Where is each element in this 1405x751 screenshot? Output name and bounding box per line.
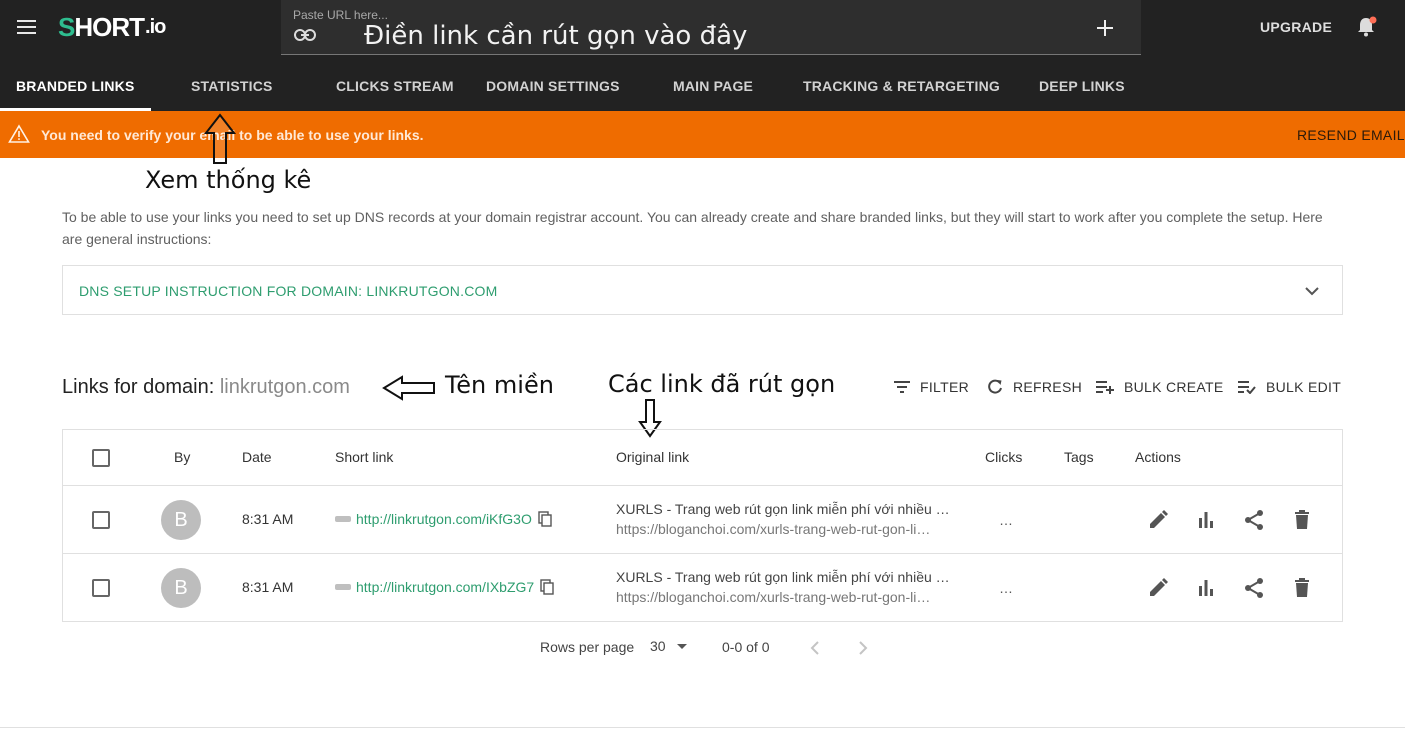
pagination-range: 0-0 of 0 — [722, 639, 770, 655]
filter-label: FILTER — [920, 379, 969, 395]
url-input-placeholder: Paste URL here... — [293, 8, 388, 22]
bulk-create-label: BULK CREATE — [1124, 379, 1224, 395]
prev-page-icon[interactable] — [806, 639, 824, 657]
column-date[interactable]: Date — [242, 449, 272, 465]
avatar: B — [161, 500, 201, 540]
app-logo[interactable]: S HORT .io — [58, 11, 166, 42]
short-link-text[interactable]: http://linkrutgon.com/IXbZG7 — [356, 579, 534, 595]
add-link-icon[interactable] — [1093, 16, 1117, 40]
row-clicks: … — [999, 512, 1013, 528]
dropdown-caret-icon — [676, 644, 687, 649]
tab-tracking-retargeting[interactable]: TRACKING & RETARGETING — [803, 78, 1000, 94]
bar-chart-icon[interactable] — [1194, 508, 1218, 532]
bulk-edit-button[interactable]: BULK EDIT — [1238, 377, 1341, 397]
url-input-value[interactable]: Điền link cần rút gọn vào đây — [364, 21, 747, 51]
rows-per-page-select[interactable]: 30 — [650, 638, 688, 654]
notification-bell-icon[interactable] — [1354, 15, 1378, 39]
dns-instructions-text: To be able to use your links you need to… — [62, 209, 1323, 247]
avatar: B — [161, 568, 201, 608]
share-icon[interactable] — [1242, 576, 1266, 600]
edit-icon[interactable] — [1146, 576, 1170, 600]
tab-statistics[interactable]: STATISTICS — [191, 78, 273, 94]
url-input[interactable]: Paste URL here... Điền link cần rút gọn … — [281, 0, 1141, 55]
original-link-url[interactable]: https://bloganchoi.com/xurls-trang-web-r… — [616, 589, 930, 605]
chevron-down-icon[interactable] — [1302, 281, 1322, 301]
refresh-button[interactable]: REFRESH — [987, 377, 1082, 397]
copy-icon[interactable] — [538, 511, 552, 527]
tab-deep-links[interactable]: DEEP LINKS — [1039, 78, 1125, 94]
upgrade-button[interactable]: UPGRADE — [1260, 19, 1332, 35]
row-date: 8:31 AM — [242, 579, 294, 595]
refresh-icon — [988, 379, 1002, 394]
bulk-create-button[interactable]: BULK CREATE — [1096, 377, 1224, 397]
refresh-label: REFRESH — [1013, 379, 1082, 395]
playlist-add-icon — [1096, 381, 1114, 394]
dns-panel-title: DNS SETUP INSTRUCTION FOR DOMAIN: LINKRU… — [79, 283, 498, 299]
up-arrow-annotation-icon — [203, 113, 237, 164]
rows-per-page-value: 30 — [650, 638, 666, 654]
footer-divider — [0, 727, 1405, 728]
logo-mark: S — [58, 11, 75, 42]
table-row[interactable]: B 8:31 AM http://linkrutgon.com/IXbZG7 X… — [63, 554, 1342, 622]
delete-icon[interactable] — [1290, 508, 1314, 532]
tab-clicks-stream[interactable]: CLICKS STREAM — [336, 78, 454, 94]
copy-icon[interactable] — [540, 579, 554, 595]
favicon-icon — [335, 584, 351, 590]
next-page-icon[interactable] — [854, 639, 872, 657]
tab-domain-settings[interactable]: DOMAIN SETTINGS — [486, 78, 620, 94]
select-all-checkbox[interactable] — [92, 449, 110, 467]
edit-icon[interactable] — [1146, 508, 1170, 532]
bar-chart-icon[interactable] — [1194, 576, 1218, 600]
hamburger-menu-icon[interactable] — [16, 16, 38, 38]
favicon-icon — [335, 516, 351, 522]
column-actions: Actions — [1135, 449, 1181, 465]
links-domain-name: linkrutgon.com — [219, 376, 350, 398]
domain-annotation: Tên miền — [445, 371, 554, 399]
original-link-title[interactable]: XURLS - Trang web rút gọn link miễn phí … — [616, 569, 950, 585]
column-clicks[interactable]: Clicks — [985, 449, 1022, 465]
logo-suffix: .io — [145, 15, 166, 38]
column-by[interactable]: By — [174, 449, 190, 465]
statistics-annotation: Xem thống kê — [145, 166, 312, 194]
left-arrow-annotation-icon — [382, 375, 435, 401]
column-original-link[interactable]: Original link — [616, 449, 689, 465]
filter-icon — [894, 381, 910, 393]
playlist-check-icon — [1238, 381, 1256, 394]
links-annotation: Các link đã rút gọn — [608, 370, 836, 398]
column-tags[interactable]: Tags — [1064, 449, 1094, 465]
bulk-edit-label: BULK EDIT — [1266, 379, 1342, 395]
link-icon — [294, 29, 316, 41]
tab-main-page[interactable]: MAIN PAGE — [673, 78, 753, 94]
main-tabs: BRANDED LINKS STATISTICS CLICKS STREAM D… — [0, 62, 1405, 111]
dns-setup-panel[interactable]: DNS SETUP INSTRUCTION FOR DOMAIN: LINKRU… — [62, 265, 1343, 315]
row-clicks: … — [999, 580, 1013, 596]
logo-text: HORT — [74, 11, 145, 42]
row-checkbox[interactable] — [92, 579, 110, 597]
tab-branded-links[interactable]: BRANDED LINKS — [16, 78, 135, 94]
row-checkbox[interactable] — [92, 511, 110, 529]
top-bar: S HORT .io Paste URL here... Điền link c… — [0, 0, 1405, 111]
short-link[interactable]: http://linkrutgon.com/IXbZG7 — [335, 579, 554, 595]
share-icon[interactable] — [1242, 508, 1266, 532]
column-short-link[interactable]: Short link — [335, 449, 393, 465]
warning-icon — [8, 124, 30, 143]
resend-email-button[interactable]: RESEND EMAIL — [1297, 127, 1405, 143]
links-domain-heading: Links for domain: linkrutgon.com — [62, 376, 350, 399]
short-link-text[interactable]: http://linkrutgon.com/iKfG3O — [356, 511, 532, 527]
delete-icon[interactable] — [1290, 576, 1314, 600]
links-table: By Date Short link Original link Clicks … — [62, 429, 1343, 622]
filter-button[interactable]: FILTER — [894, 377, 969, 397]
original-link-url[interactable]: https://bloganchoi.com/xurls-trang-web-r… — [616, 521, 930, 537]
rows-per-page-label: Rows per page — [540, 639, 635, 655]
short-link[interactable]: http://linkrutgon.com/iKfG3O — [335, 511, 552, 527]
table-header: By Date Short link Original link Clicks … — [63, 430, 1342, 486]
table-row[interactable]: B 8:31 AM http://linkrutgon.com/iKfG3O X… — [63, 486, 1342, 554]
original-link-title[interactable]: XURLS - Trang web rút gọn link miễn phí … — [616, 501, 950, 517]
row-date: 8:31 AM — [242, 511, 294, 527]
links-title-prefix: Links for domain: — [62, 376, 220, 398]
